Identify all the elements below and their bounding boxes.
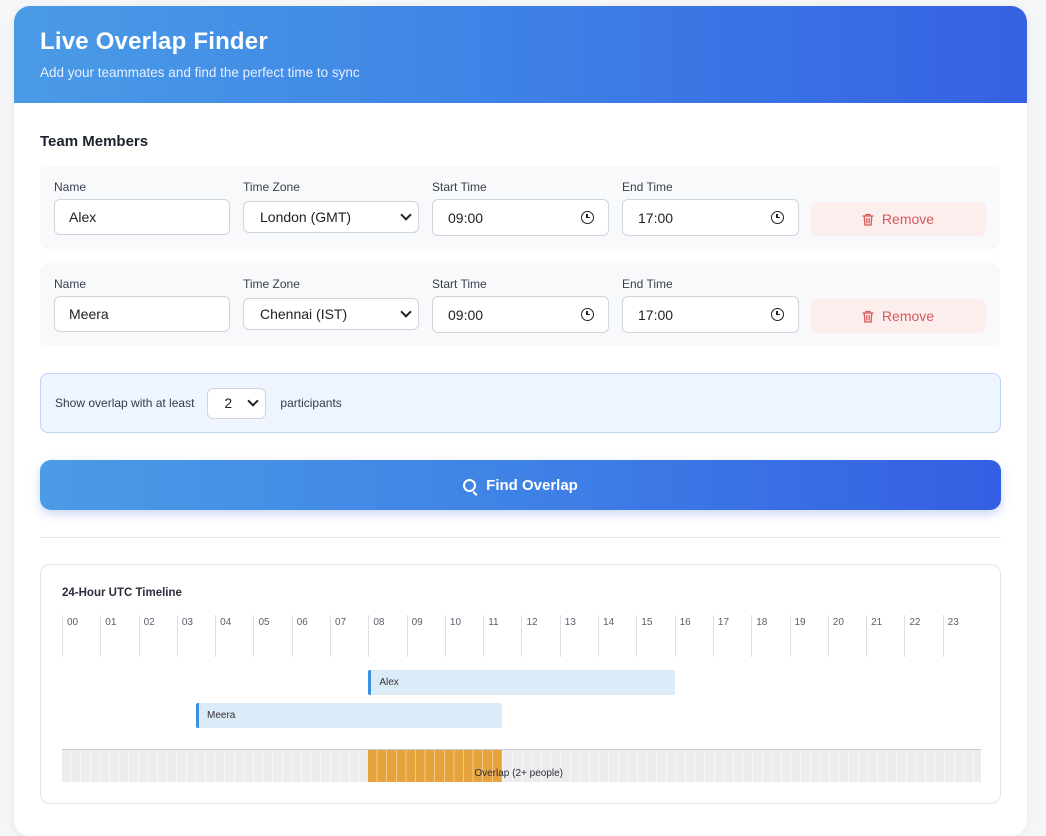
hour-tick: 10 — [444, 615, 483, 657]
start-time-label: Start Time — [432, 277, 487, 291]
hour-tick: 04 — [215, 615, 253, 657]
clock-icon[interactable] — [581, 211, 594, 224]
name-value: Alex — [69, 209, 97, 225]
hour-tick: 02 — [138, 615, 177, 657]
app-card: Live Overlap Finder Add your teammates a… — [14, 6, 1027, 836]
end-time-label: End Time — [622, 180, 673, 194]
timezone-select[interactable]: Chennai (IST) — [243, 298, 419, 330]
start-time-input[interactable]: 09:00 — [432, 199, 609, 236]
trash-icon — [862, 310, 874, 323]
end-time-value: 17:00 — [638, 209, 674, 226]
clock-icon[interactable] — [581, 308, 594, 321]
hour-tick: 17 — [712, 615, 751, 657]
timezone-label: Time Zone — [243, 180, 300, 194]
hour-tick: 21 — [866, 615, 904, 657]
min-participants-value: 2 — [224, 395, 233, 411]
end-time-input[interactable]: 17:00 — [622, 199, 799, 236]
member-bar: Meera — [196, 703, 503, 728]
find-overlap-button[interactable]: Find Overlap — [40, 460, 1001, 510]
overlap-label: Overlap (2+ people) — [474, 768, 563, 779]
hour-tick: 01 — [100, 615, 138, 657]
timeline-title: 24-Hour UTC Timeline — [62, 587, 182, 599]
name-value: Meera — [69, 306, 109, 322]
app-title: Live Overlap Finder — [40, 28, 268, 55]
timezone-select[interactable]: London (GMT) — [243, 201, 419, 233]
hour-tick: 06 — [291, 615, 330, 657]
hour-tick: 08 — [368, 615, 406, 657]
min-participants-prefix: Show overlap with at least — [55, 396, 195, 410]
search-icon — [463, 478, 477, 492]
name-input[interactable]: Alex — [54, 199, 230, 235]
timezone-value: Chennai (IST) — [260, 306, 348, 322]
chevron-down-icon — [400, 306, 412, 318]
hour-tick: 16 — [674, 615, 713, 657]
start-time-label: Start Time — [432, 180, 487, 194]
app-subtitle: Add your teammates and find the perfect … — [40, 65, 360, 80]
timezone-label: Time Zone — [243, 277, 300, 291]
name-label: Name — [54, 180, 87, 194]
start-time-value: 09:00 — [448, 306, 484, 323]
timezone-value: London (GMT) — [260, 209, 352, 225]
app-header: Live Overlap Finder Add your teammates a… — [14, 6, 1027, 103]
timeline-card: 24-Hour UTC Timeline 00 01 02 03 04 05 06 07 08 0… — [40, 564, 1001, 804]
hour-tick: 05 — [253, 615, 291, 657]
min-participants-select[interactable]: 2 — [207, 387, 267, 419]
start-time-value: 09:00 — [448, 209, 484, 226]
team-members-heading: Team Members — [40, 133, 149, 150]
remove-label: Remove — [881, 308, 935, 324]
min-participants-box: Show overlap with at least 2 participant… — [40, 373, 1001, 433]
hour-tick: 07 — [330, 615, 368, 657]
remove-button[interactable]: Remove — [810, 299, 986, 333]
hour-tick: 09 — [406, 615, 445, 657]
hour-tick: 23 — [942, 615, 981, 657]
remove-label: Remove — [881, 211, 935, 227]
hour-tick: 14 — [598, 615, 636, 657]
clock-icon[interactable] — [771, 308, 784, 321]
hour-tick: 00 — [62, 615, 100, 657]
member-row: Name Alex Time Zone London (GMT) Start T… — [40, 166, 1000, 249]
hour-tick: 12 — [521, 615, 559, 657]
trash-icon — [862, 213, 874, 226]
start-time-input[interactable]: 09:00 — [432, 296, 609, 333]
end-time-value: 17:00 — [638, 306, 674, 323]
member-row: Name Meera Time Zone Chennai (IST) Start… — [40, 263, 1000, 346]
remove-button[interactable]: Remove — [810, 202, 986, 236]
overlap-strip: Overlap (2+ people) — [62, 749, 981, 782]
hour-tick: 18 — [751, 615, 789, 657]
find-overlap-label: Find Overlap — [486, 476, 578, 494]
hour-tick: 11 — [483, 615, 521, 657]
end-time-input[interactable]: 17:00 — [622, 296, 799, 333]
hour-tick: 03 — [176, 615, 215, 657]
hour-tick: 19 — [789, 615, 828, 657]
hour-tick: 20 — [827, 615, 866, 657]
clock-icon[interactable] — [771, 211, 784, 224]
chevron-down-icon — [247, 395, 260, 407]
hour-tick: 15 — [636, 615, 674, 657]
chevron-down-icon — [400, 209, 412, 221]
hour-tick: 13 — [559, 615, 598, 657]
end-time-label: End Time — [622, 277, 673, 291]
name-input[interactable]: Meera — [54, 296, 230, 332]
divider — [40, 537, 1001, 538]
hour-tick: 22 — [904, 615, 942, 657]
name-label: Name — [54, 277, 87, 291]
min-participants-suffix: participants — [280, 396, 342, 410]
member-bar: Alex — [368, 670, 675, 695]
